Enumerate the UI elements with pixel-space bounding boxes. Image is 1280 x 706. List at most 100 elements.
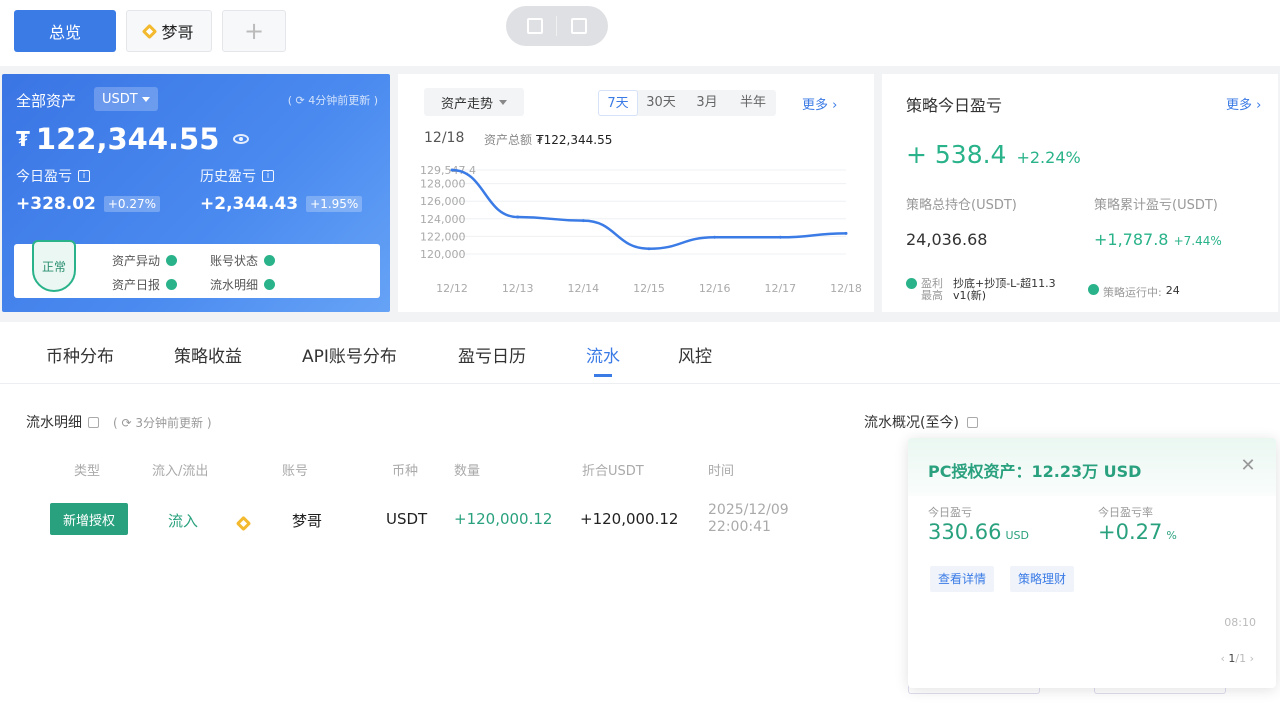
tab-coin-distribution[interactable]: 币种分布 (46, 342, 114, 367)
x-tick-label: 12/15 (633, 282, 665, 295)
range-tab-7d[interactable]: 7天 (598, 90, 638, 116)
popup-today-value: 330.66 USD (928, 520, 1029, 544)
currency-select[interactable]: USDT (94, 87, 158, 111)
view-details-button[interactable]: 查看详情 (930, 566, 995, 592)
x-tick-label: 12/12 (436, 282, 468, 295)
check-icon (1088, 284, 1099, 295)
strategy-more-link[interactable]: 更多 › (1226, 94, 1261, 113)
strategy-best-label: 盈利最高 (921, 277, 943, 302)
strategy-pnl-card: 策略今日盈亏 更多 › + 538.4 +2.24% 策略总持仓(USDT) 2… (882, 74, 1278, 312)
history-pnl-label-text: 历史盈亏 (200, 169, 256, 185)
caret-down-icon (141, 96, 150, 102)
popup-rate-label: 今日盈亏率 (1098, 506, 1153, 519)
type-tag: 新增授权 (50, 503, 128, 535)
col-header-time: 时间 (708, 464, 735, 479)
range-tab-30d[interactable]: 30天 (638, 90, 684, 116)
currency-select-label: USDT (102, 91, 138, 107)
strategy-pnl-value: + 538.4 (906, 140, 1007, 169)
data-point (778, 235, 782, 239)
info-icon[interactable] (88, 416, 99, 428)
col-header-direction: 流入/流出 (152, 464, 209, 479)
info-icon[interactable] (966, 416, 978, 428)
data-point (581, 219, 585, 223)
tab-strategy-income[interactable]: 策略收益 (174, 342, 242, 367)
popup-today-label: 今日盈亏 (928, 506, 972, 519)
strategy-best-value[interactable]: 抄底+抄顶-L-超11.3 v1(新) (953, 278, 1063, 302)
strategy-pnl-pct: +2.24% (1016, 148, 1081, 167)
history-pnl-value: +2,344.43 (200, 194, 299, 214)
info-icon[interactable]: i (262, 170, 274, 182)
trend-date: 12/18 (424, 130, 465, 146)
strategy-running-value: 24 (1165, 284, 1180, 297)
status-item-label: 流水明细 (210, 278, 259, 292)
cell-usdt: +120,000.12 (580, 510, 679, 528)
status-item-label: 资产异动 (112, 254, 161, 268)
tether-symbol: ₮ (16, 127, 30, 151)
data-point (713, 235, 717, 239)
status-daily-report[interactable]: 资产日报 (112, 276, 178, 293)
tab-flow[interactable]: 流水 (586, 342, 620, 367)
y-tick-label: 128,000 (420, 178, 466, 191)
main-tabs: 币种分布 策略收益 API账号分布 盈亏日历 流水 风控 (0, 322, 1280, 384)
cell-time-date: 2025/12/09 (708, 502, 789, 518)
strategy-finance-button[interactable]: 策略理财 (1010, 566, 1075, 592)
today-pnl-label: 今日盈亏 i (16, 166, 90, 186)
col-header-type: 类型 (74, 464, 101, 479)
flow-overview-title: 流水概况(至今) (864, 412, 978, 432)
bnb-icon (142, 23, 158, 39)
popup-rate-value: +0.27% (1098, 520, 1177, 544)
popup-title: PC授权资产：12.23万 USD (928, 462, 1142, 481)
tab-pnl-calendar[interactable]: 盈亏日历 (458, 342, 526, 367)
tab-overview[interactable]: 总览 (14, 10, 116, 52)
popup-time: 08:10 (1224, 616, 1256, 629)
strategy-cum-value: +1,787.8 +7.44% (1094, 230, 1222, 249)
trend-select[interactable]: 资产走势 (424, 88, 524, 116)
cell-time-clock: 22:00:41 (708, 519, 771, 535)
strategy-title: 策略今日盈亏 (906, 96, 1003, 115)
close-icon[interactable]: ✕ (1240, 457, 1256, 475)
add-tab-button[interactable]: + (222, 10, 286, 52)
popup-today-amount: 330.66 (928, 520, 1002, 544)
flow-title-text: 流水明细 (26, 415, 82, 431)
today-pnl-pct: +0.27% (103, 196, 161, 212)
fullscreen-icon[interactable] (571, 18, 588, 34)
check-icon (166, 255, 178, 266)
strategy-cum-label: 策略累计盈亏(USDT) (1094, 198, 1218, 213)
status-asset-change[interactable]: 资产异动 (112, 252, 178, 269)
asset-title: 全部资产 (16, 92, 77, 110)
status-account-state[interactable]: 账号状态 (210, 252, 276, 269)
info-icon[interactable]: i (78, 170, 90, 182)
range-tabs: 7天 30天 3月 半年 (598, 90, 776, 116)
today-pnl-label-text: 今日盈亏 (16, 169, 72, 185)
eye-icon[interactable] (233, 134, 250, 144)
trend-more-link[interactable]: 更多 › (802, 94, 837, 113)
popup-rate-unit: % (1166, 529, 1177, 542)
cell-direction: 流入 (168, 512, 199, 530)
tab-api-account-distribution[interactable]: API账号分布 (302, 342, 397, 367)
flow-updated-time: ( ⟳ 3分钟前更新 ) (113, 415, 212, 430)
tab-account-menge[interactable]: 梦哥 (126, 10, 212, 52)
asset-updated-time: ( ⟳ 4分钟前更新 ) (287, 94, 378, 107)
pager-prev-button[interactable]: ‹ (1220, 652, 1224, 665)
range-tab-3m[interactable]: 3月 (684, 90, 730, 116)
strategy-pnl: + 538.4 +2.24% (906, 140, 1081, 169)
trend-total-label: 资产总额 (484, 133, 533, 147)
y-tick-label: 122,000 (420, 230, 466, 243)
col-header-coin: 币种 (392, 464, 419, 479)
popup-pager: ‹ 1/1 › (1220, 652, 1254, 665)
check-icon (166, 279, 178, 290)
popup-today-unit: USD (1005, 529, 1029, 542)
pager-total[interactable]: /1 › (1235, 652, 1254, 665)
col-header-usdt: 折合USDT (582, 464, 644, 479)
asset-total-value: 122,344.55 (35, 122, 220, 156)
trend-select-label: 资产走势 (440, 96, 493, 112)
flow-detail-title: 流水明细 ( ⟳ 3分钟前更新 ) (26, 412, 212, 432)
tab-risk-control[interactable]: 风控 (678, 342, 712, 367)
asset-total: ₮ 122,344.55 (16, 122, 250, 156)
check-icon (264, 279, 276, 290)
history-pnl: +2,344.43 +1.95% (200, 194, 363, 214)
range-tab-6m[interactable]: 半年 (730, 90, 776, 116)
flag-icon[interactable] (526, 18, 543, 34)
status-flow-detail[interactable]: 流水明细 (210, 276, 276, 293)
caret-down-icon (499, 99, 507, 105)
